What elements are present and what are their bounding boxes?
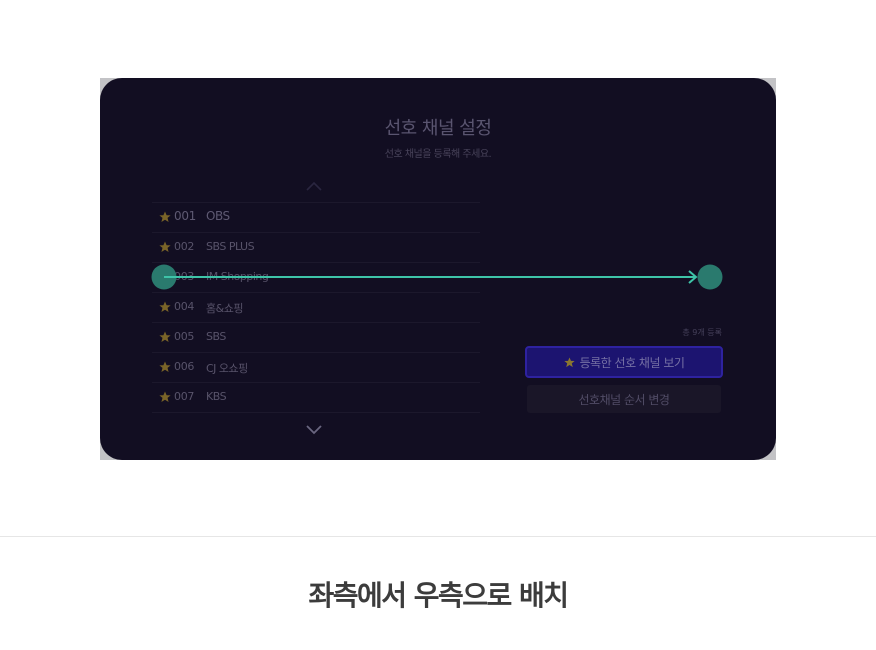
section-divider (0, 536, 876, 537)
swipe-gesture-overlay (151, 264, 723, 290)
gesture-end-dot (697, 264, 723, 290)
favorite-channel-dialog: 선호 채널 설정 선호 채널을 등록해 주세요. 001 OBS 002 SBS… (100, 78, 776, 460)
annotation-caption: 좌측에서 우측으로 배치 (308, 579, 569, 612)
